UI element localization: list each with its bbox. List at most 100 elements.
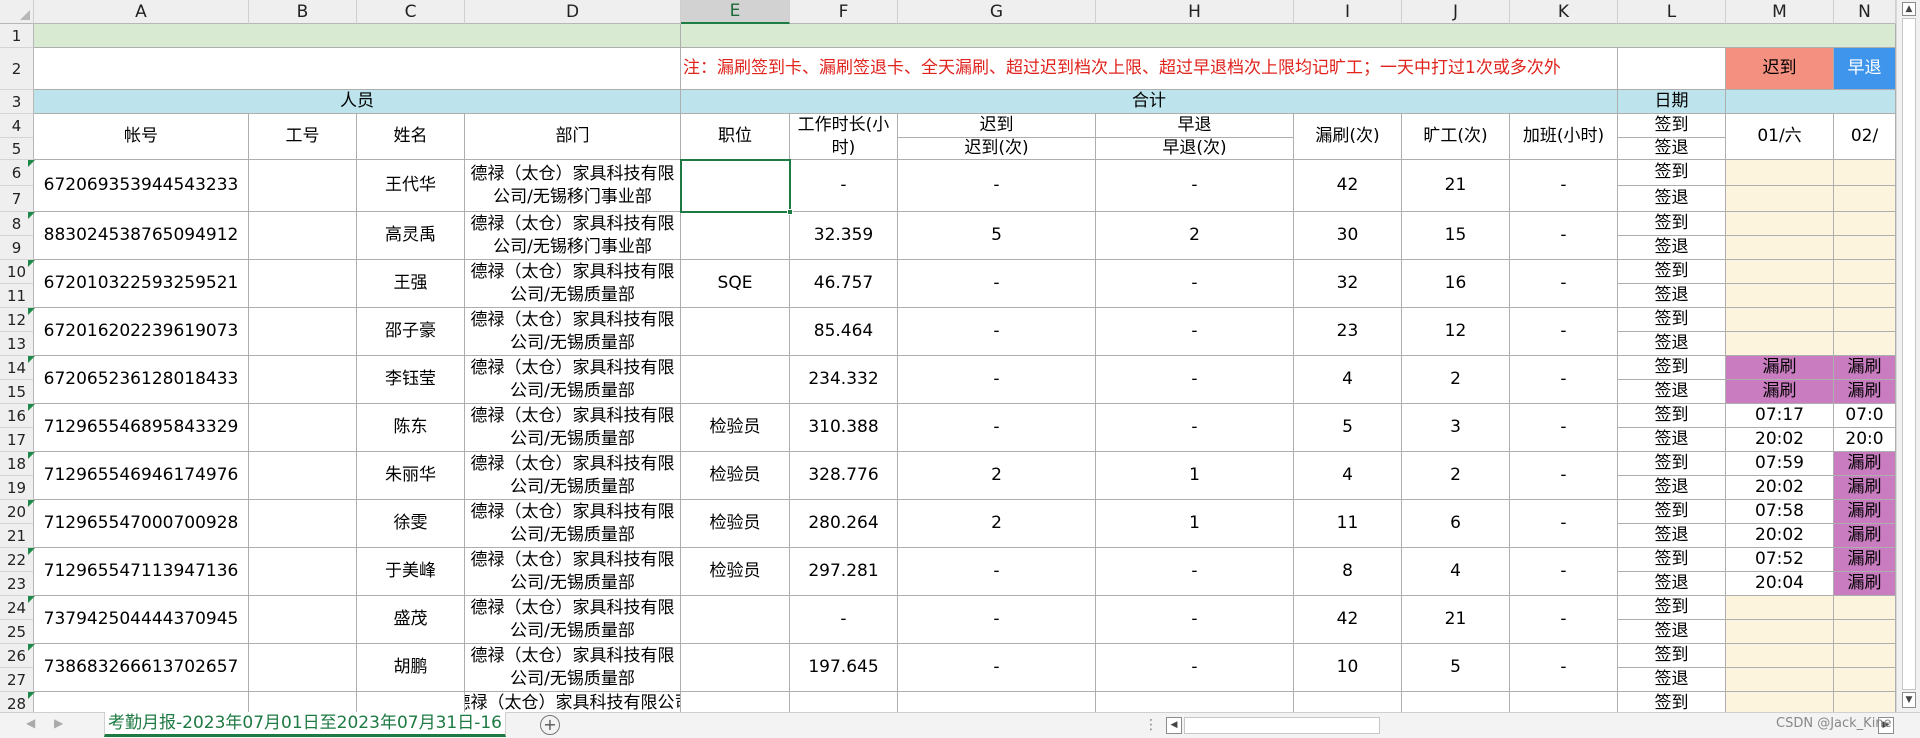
row-header-21[interactable]: 21 xyxy=(0,524,34,548)
column-header-d[interactable]: D xyxy=(465,0,681,24)
emp-no-cell[interactable] xyxy=(249,212,357,260)
missed-count-cell[interactable]: 4 xyxy=(1294,356,1402,404)
late-count-cell[interactable]: 2 xyxy=(898,500,1096,548)
account-cell[interactable]: 712965547113947136 xyxy=(34,548,249,596)
day-1-header[interactable]: 01/六 xyxy=(1726,114,1834,160)
late-count-cell[interactable]: 2 xyxy=(898,452,1096,500)
sign-in-label[interactable]: 签到 xyxy=(1618,212,1726,236)
emp-no-cell[interactable] xyxy=(249,644,357,692)
row-header-19[interactable]: 19 xyxy=(0,476,34,500)
absent-count-cell[interactable]: 5 xyxy=(1402,644,1510,692)
row-header-17[interactable]: 17 xyxy=(0,428,34,452)
missed-count-cell[interactable]: 30 xyxy=(1294,212,1402,260)
day-2-sign-in-cell[interactable]: 漏刷 xyxy=(1834,548,1896,572)
day-2-sign-in-cell[interactable]: 漏刷 xyxy=(1834,500,1896,524)
late-header[interactable]: 迟到 xyxy=(898,114,1096,138)
late-count-cell[interactable]: 5 xyxy=(898,212,1096,260)
early-count-cell[interactable]: - xyxy=(1096,404,1294,452)
position-cell[interactable]: SQE xyxy=(681,260,790,308)
dept-cell[interactable]: 德禄（太仓）家具科技有限公司/无锡质量部 xyxy=(465,452,681,500)
early-header[interactable]: 早退 xyxy=(1096,114,1294,138)
early-count-cell[interactable]: 1 xyxy=(1096,500,1294,548)
total-header[interactable]: 合计 xyxy=(681,90,1618,114)
dept-cell[interactable]: 德禄（太仓）家具科技有限公司/无锡质量部 xyxy=(465,596,681,644)
emp-no-cell[interactable] xyxy=(249,356,357,404)
position-cell[interactable]: 检验员 xyxy=(681,452,790,500)
absent-count-cell[interactable]: 3 xyxy=(1402,404,1510,452)
account-cell[interactable]: 712965546946174976 xyxy=(34,452,249,500)
sign-in-header[interactable]: 签到 xyxy=(1618,114,1726,138)
day-2-sign-out-cell[interactable]: 20:0 xyxy=(1834,428,1896,452)
day-1-sign-out-cell[interactable]: 20:02 xyxy=(1726,428,1834,452)
day-1-sign-in-cell[interactable]: 07:17 xyxy=(1726,404,1834,428)
column-header-f[interactable]: F xyxy=(790,0,898,24)
attendance-note[interactable]: 注：漏刷签到卡、漏刷签退卡、全天漏刷、超过迟到档次上限、超过早退档次上限均记旷工… xyxy=(681,48,1618,90)
day-2-sign-out-cell[interactable] xyxy=(1834,668,1896,692)
account-cell[interactable]: 737942504444370945 xyxy=(34,596,249,644)
sign-in-label[interactable]: 签到 xyxy=(1618,452,1726,476)
column-header-h[interactable]: H xyxy=(1096,0,1294,24)
sign-out-label[interactable]: 签退 xyxy=(1618,668,1726,692)
name-cell[interactable]: 朱丽华 xyxy=(357,452,465,500)
row-header-23[interactable]: 23 xyxy=(0,572,34,596)
row-header-5[interactable]: 5 xyxy=(0,138,34,160)
emp-no-header[interactable]: 工号 xyxy=(249,114,357,160)
sign-out-header[interactable]: 签退 xyxy=(1618,138,1726,160)
position-cell[interactable] xyxy=(681,596,790,644)
emp-no-cell[interactable] xyxy=(249,404,357,452)
add-sheet-button[interactable]: + xyxy=(540,715,560,735)
dept-cell[interactable]: 德禄（太仓）家具科技有限公司/无锡质量部 xyxy=(465,548,681,596)
late-count-cell[interactable]: - xyxy=(898,356,1096,404)
column-header-m[interactable]: M xyxy=(1726,0,1834,24)
late-count-cell[interactable]: - xyxy=(898,260,1096,308)
absent-count-cell[interactable]: 12 xyxy=(1402,308,1510,356)
overtime-cell[interactable]: - xyxy=(1510,160,1618,212)
overtime-cell[interactable]: - xyxy=(1510,260,1618,308)
overtime-cell[interactable]: - xyxy=(1510,644,1618,692)
day-1-sign-in-cell[interactable]: 07:59 xyxy=(1726,452,1834,476)
dept-cell[interactable]: 德禄（太仓）家具科技有限公司/无锡质量部 xyxy=(465,644,681,692)
account-cell[interactable]: 672016202239619073 xyxy=(34,308,249,356)
sign-out-label[interactable]: 签退 xyxy=(1618,236,1726,260)
position-cell[interactable] xyxy=(681,356,790,404)
account-cell[interactable]: 672069353944543233 xyxy=(34,160,249,212)
column-header-l[interactable]: L xyxy=(1618,0,1726,24)
day-2-sign-out-cell[interactable] xyxy=(1834,186,1896,212)
name-cell[interactable]: 徐雯 xyxy=(357,500,465,548)
day-2-sign-in-cell[interactable] xyxy=(1834,308,1896,332)
column-header-k[interactable]: K xyxy=(1510,0,1618,24)
absent-count-cell[interactable]: 2 xyxy=(1402,452,1510,500)
dept-cell[interactable]: 德禄（太仓）家具科技有限公司/无锡移门事业部 xyxy=(465,160,681,212)
sign-in-label[interactable]: 签到 xyxy=(1618,308,1726,332)
sign-out-label[interactable]: 签退 xyxy=(1618,332,1726,356)
dept-cell[interactable]: 德禄（太仓）家具科技有限公司/无锡质量部 xyxy=(465,356,681,404)
missed-count-cell[interactable]: 11 xyxy=(1294,500,1402,548)
sign-in-label[interactable]: 签到 xyxy=(1618,260,1726,284)
late-count-cell[interactable]: - xyxy=(898,308,1096,356)
emp-no-cell[interactable] xyxy=(249,260,357,308)
early-count-cell[interactable]: - xyxy=(1096,644,1294,692)
work-hours-cell[interactable]: 280.264 xyxy=(790,500,898,548)
prev-sheet-icon[interactable]: ◀ xyxy=(26,716,35,730)
column-header-c[interactable]: C xyxy=(357,0,465,24)
personnel-header[interactable]: 人员 xyxy=(34,90,681,114)
late-count-header[interactable]: 迟到(次) xyxy=(898,138,1096,160)
row-header-15[interactable]: 15 xyxy=(0,380,34,404)
early-count-cell[interactable]: - xyxy=(1096,356,1294,404)
row-header-13[interactable]: 13 xyxy=(0,332,34,356)
emp-no-cell[interactable] xyxy=(249,500,357,548)
sign-in-label[interactable]: 签到 xyxy=(1618,548,1726,572)
day-2-sign-in-cell[interactable] xyxy=(1834,644,1896,668)
day-2-sign-in-cell[interactable]: 漏刷 xyxy=(1834,356,1896,380)
day-1-sign-in-cell[interactable] xyxy=(1726,212,1834,236)
next-sheet-icon[interactable]: ▶ xyxy=(54,716,63,730)
work-hours-cell[interactable]: 197.645 xyxy=(790,644,898,692)
day-1-sign-out-cell[interactable] xyxy=(1726,186,1834,212)
vertical-scroll-thumb[interactable] xyxy=(1902,18,1916,690)
day-1-sign-in-cell[interactable]: 漏刷 xyxy=(1726,356,1834,380)
missed-count-cell[interactable]: 4 xyxy=(1294,452,1402,500)
partial-sign-in-label[interactable]: 签到 xyxy=(1618,692,1726,712)
sheet-tab[interactable]: 考勤月报-2023年07月01日至2023年07月31日-16 xyxy=(104,712,506,737)
vertical-scrollbar[interactable]: ▲ ▼ xyxy=(1896,0,1920,712)
title-band-right[interactable] xyxy=(681,24,1896,48)
